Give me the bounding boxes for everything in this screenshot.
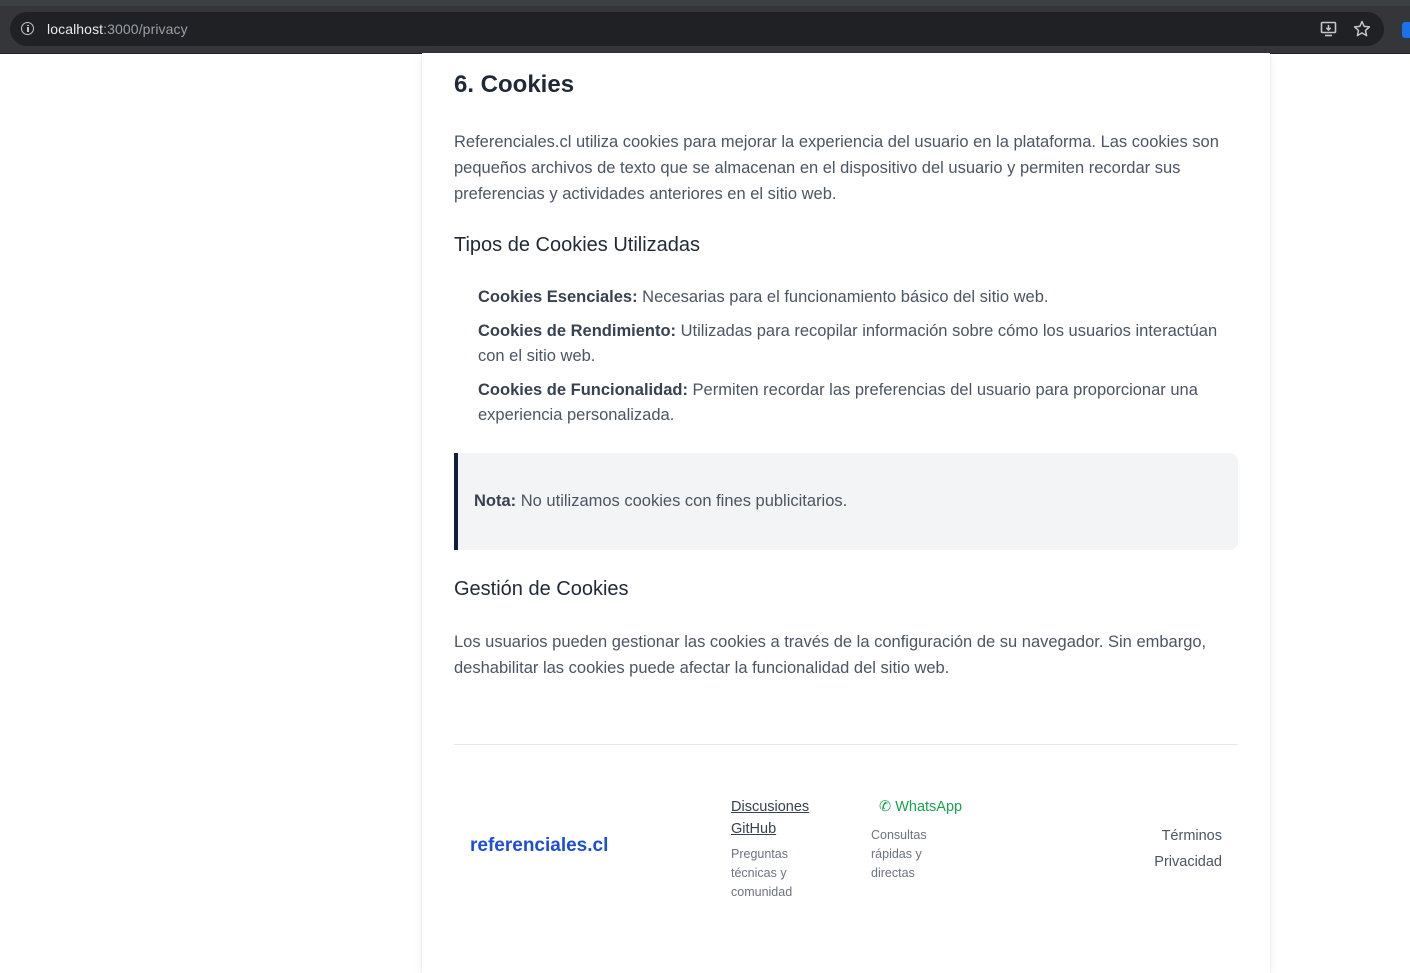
note-text: Nota: No utilizamos cookies con fines pu…: [474, 492, 848, 510]
list-item: Cookies de Funcionalidad: Permiten recor…: [478, 381, 1198, 424]
github-description: Preguntas técnicas y comunidad: [731, 847, 793, 899]
extension-icon[interactable]: [1402, 22, 1410, 38]
site-info-icon[interactable]: [21, 22, 34, 35]
github-discussions-link[interactable]: Discusiones GitHub: [731, 796, 831, 840]
footer-github-column: Discusiones GitHub Preguntas técnicas y …: [731, 796, 841, 902]
url-text[interactable]: localhost:3000/privacy: [47, 21, 188, 37]
cookie-management-paragraph: Los usuarios pueden gestionar las cookie…: [454, 633, 1207, 677]
privacy-link[interactable]: Privacidad: [1154, 849, 1222, 875]
phone-icon: ✆: [879, 799, 892, 815]
install-app-icon[interactable]: [1320, 20, 1338, 38]
whatsapp-label: WhatsApp: [895, 799, 963, 815]
bookmark-star-icon[interactable]: [1352, 19, 1372, 39]
footer-brand-link[interactable]: referenciales.cl: [470, 835, 608, 857]
footer-divider: [454, 744, 1238, 745]
footer-legal-links: Términos Privacidad: [1154, 823, 1222, 875]
address-bar[interactable]: localhost:3000/privacy: [10, 12, 1384, 46]
whatsapp-link[interactable]: ✆ WhatsApp: [879, 796, 981, 818]
terms-link[interactable]: Términos: [1154, 823, 1222, 849]
note-callout: Nota: No utilizamos cookies con fines pu…: [454, 453, 1238, 550]
cookie-management-heading: Gestión de Cookies: [454, 578, 629, 600]
cookies-intro-paragraph: Referenciales.cl utiliza cookies para me…: [454, 133, 1219, 203]
list-item: Cookies Esenciales: Necesarias para el f…: [478, 288, 1049, 306]
cookie-types-list: Cookies Esenciales: Necesarias para el f…: [478, 285, 1242, 437]
browser-toolbar: localhost:3000/privacy: [0, 6, 1410, 54]
footer-whatsapp-column: ✆ WhatsApp Consultas rápidas y directas: [871, 796, 981, 883]
list-item: Cookies de Rendimiento: Utilizadas para …: [478, 322, 1218, 365]
section-title: 6. Cookies: [454, 71, 575, 98]
whatsapp-description: Consultas rápidas y directas: [871, 828, 927, 880]
privacy-page-card: 6. Cookies Referenciales.cl utiliza cook…: [422, 53, 1270, 973]
cookie-types-heading: Tipos de Cookies Utilizadas: [454, 234, 701, 256]
